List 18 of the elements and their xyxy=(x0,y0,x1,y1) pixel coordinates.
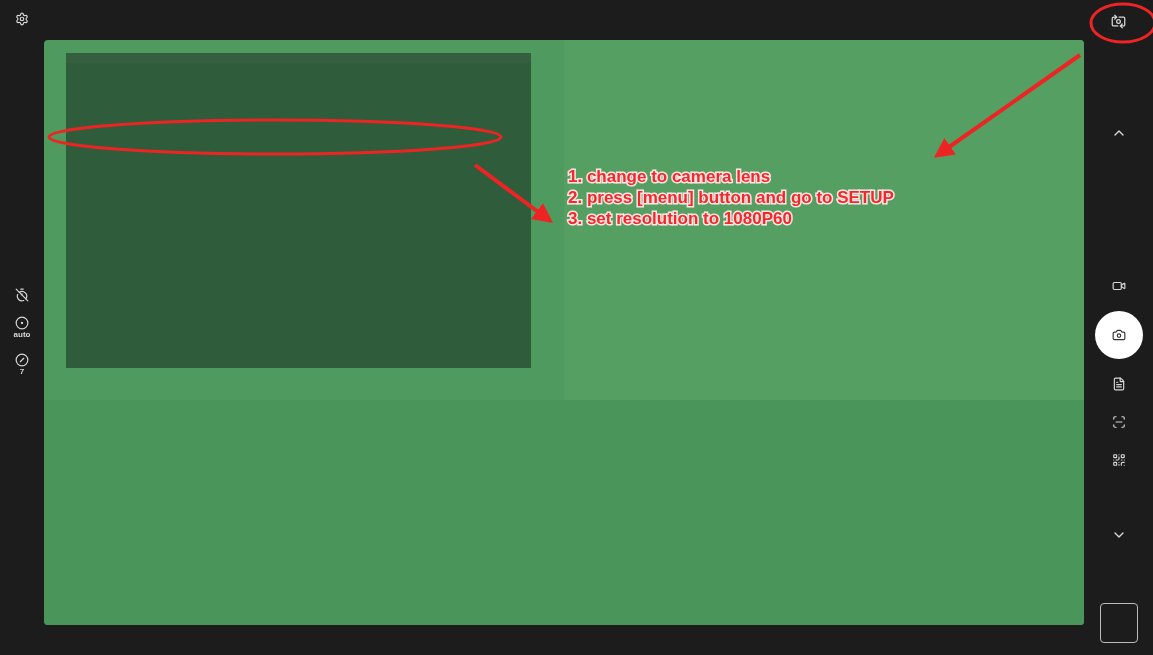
scan-frame-icon xyxy=(1111,415,1126,429)
camera-icon xyxy=(1111,328,1126,342)
video-camera-icon xyxy=(1111,279,1126,293)
settings-button[interactable] xyxy=(15,12,29,26)
thumbnail-button[interactable] xyxy=(1099,603,1138,643)
qr-code-icon xyxy=(1111,453,1126,467)
timer-off-icon xyxy=(15,288,29,302)
switch-camera-icon xyxy=(1111,14,1126,29)
camera-setting-button[interactable] xyxy=(15,288,29,302)
circle-slash-icon xyxy=(15,353,29,367)
document-icon xyxy=(1111,377,1126,391)
camera-setting-button[interactable]: auto xyxy=(13,316,31,339)
circle-dot-icon xyxy=(15,316,29,330)
settings-icon xyxy=(15,12,29,26)
mode-button[interactable] xyxy=(1094,311,1143,359)
camera-setting-button[interactable]: 7 xyxy=(15,353,29,376)
annotation-text: 1. change to camera lens 2. press [menu] button and go to SETUP 3. set resolution to 1080P60 xyxy=(568,166,894,229)
switch-camera-button[interactable] xyxy=(1111,14,1126,29)
